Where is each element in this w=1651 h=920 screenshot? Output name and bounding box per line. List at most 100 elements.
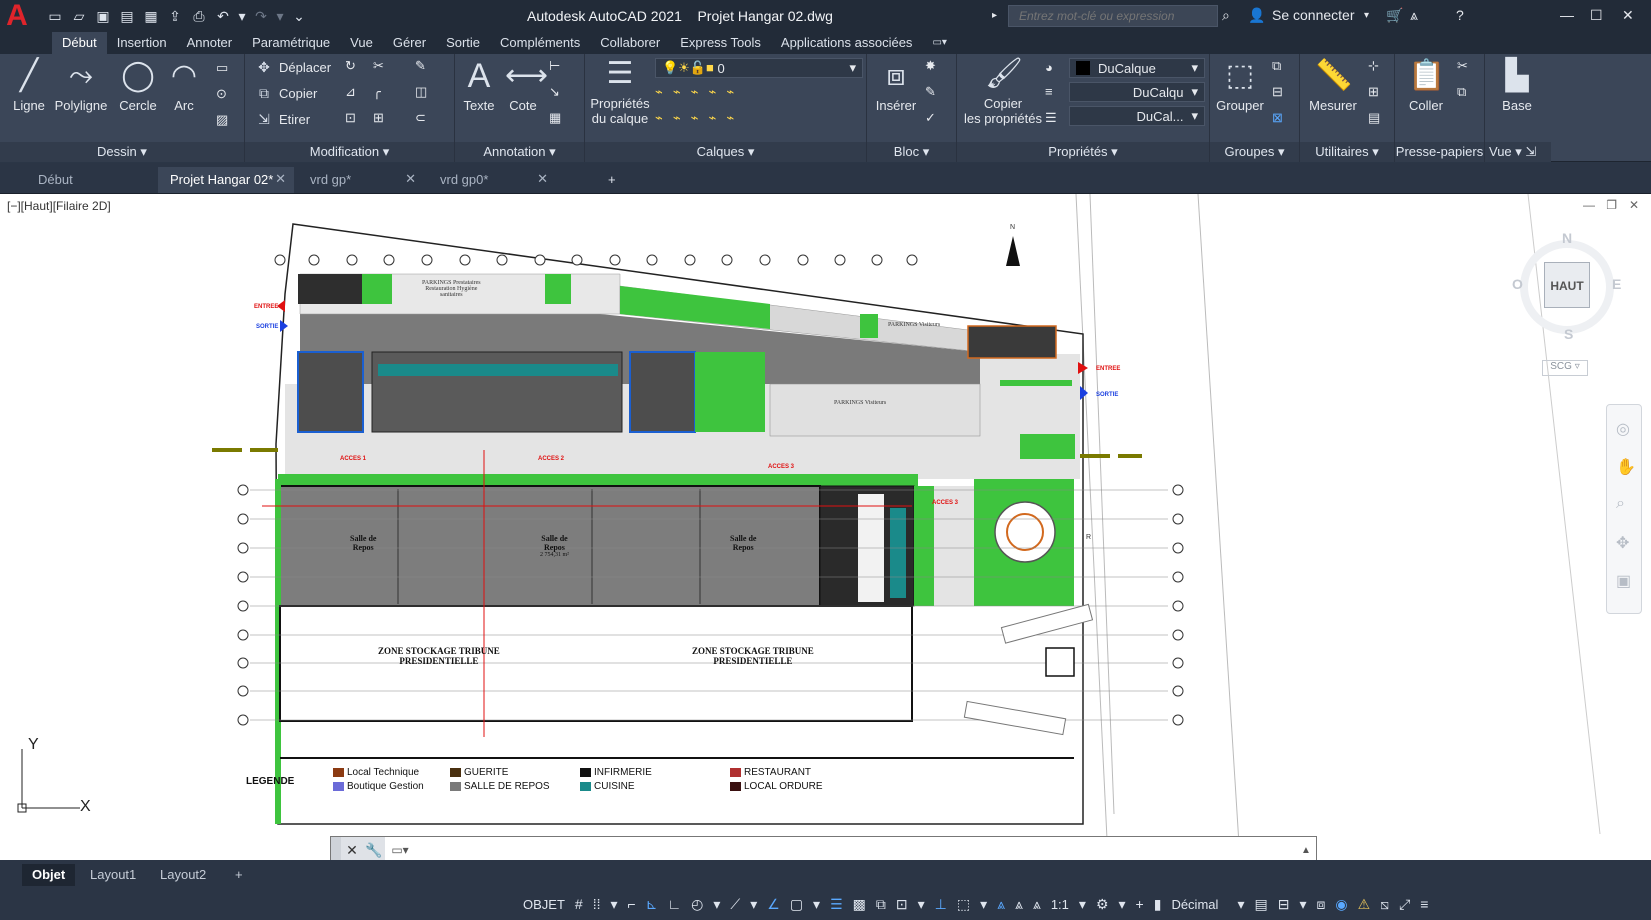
lock-ui-dropdown-icon[interactable]: ▾ — [1296, 896, 1309, 913]
showmotion-icon[interactable]: ▣ — [1616, 571, 1631, 591]
close-icon[interactable]: ✕ — [1622, 7, 1634, 24]
texte-button[interactable]: A Texte — [457, 58, 501, 113]
selection-cycling-icon[interactable]: ⧉ — [873, 896, 889, 913]
panel-title-vue[interactable]: Vue ▾ ⇲ — [1485, 142, 1551, 162]
doc-tab-projet-hangar[interactable]: Projet Hangar 02* ✕ — [158, 167, 294, 193]
panel-title-proprietes[interactable]: Propriétés ▾ — [957, 142, 1209, 162]
group-select-icon[interactable]: ⊠ — [1272, 110, 1283, 126]
copy-clip-icon[interactable]: ⧉ — [1457, 84, 1466, 100]
grouper-button[interactable]: ⬚ Grouper — [1214, 58, 1266, 113]
tab-applications-associees[interactable]: Applications associées — [771, 32, 923, 54]
compass-n[interactable]: N — [1562, 230, 1572, 246]
add-layout-icon[interactable]: + — [225, 864, 253, 886]
explode-icon[interactable]: ◫ — [415, 84, 427, 100]
layer-tool-icon[interactable]: ⌁ — [673, 110, 681, 126]
copier-button[interactable]: ⧉ Copier — [255, 84, 317, 102]
proprietes-calque-button[interactable]: ☰ Propriétés du calque — [587, 56, 653, 126]
edit-block-icon[interactable]: ✎ — [925, 84, 936, 100]
layer-tool-icon[interactable]: ⌁ — [691, 84, 699, 100]
lineweight-toggle-icon[interactable]: ☰ — [827, 896, 846, 913]
polar-icon[interactable]: ◴ — [688, 896, 706, 913]
auto-scale-icon[interactable]: ⩓ — [1012, 896, 1026, 913]
units-value[interactable]: Décimal — [1168, 897, 1230, 912]
3d-osnap-icon[interactable]: ⊡ — [893, 896, 911, 913]
search-icon[interactable]: ⌕ — [1222, 7, 1230, 24]
deplacer-button[interactable]: ✥ Déplacer — [255, 58, 331, 76]
units-dropdown-icon[interactable]: ▾ — [1234, 896, 1247, 913]
select-all-icon[interactable]: ⊞ — [1368, 84, 1379, 100]
annotation-visibility-icon[interactable]: ⩓ — [994, 896, 1008, 913]
isodraft-icon[interactable]: ⟋ — [727, 896, 743, 913]
polar-dropdown-icon[interactable]: ▾ — [710, 896, 723, 913]
grid-icon[interactable]: # — [572, 896, 586, 912]
orbit-icon[interactable]: ✥ — [1616, 533, 1629, 553]
panel-title-calques[interactable]: Calques ▾ — [585, 142, 866, 162]
annotation-monitor-icon[interactable]: + — [1133, 896, 1147, 912]
doc-tab-debut[interactable]: Début — [26, 167, 156, 193]
layer-tool-icon[interactable]: ⌁ — [726, 110, 734, 126]
layout-tab-objet[interactable]: Objet — [22, 864, 76, 886]
drawing-viewport[interactable]: [−][Haut][Filaire 2D] — ❐ ✕ ENTREE SORTI… — [0, 194, 1651, 860]
undo-icon[interactable]: ↶ — [214, 8, 232, 25]
maximize-icon[interactable]: ☐ — [1590, 7, 1603, 24]
layer-tool-icon[interactable]: ⌁ — [655, 110, 663, 126]
web-save-icon[interactable]: ▦ — [142, 8, 160, 25]
ungroup-icon[interactable]: ⧉ — [1272, 58, 1281, 74]
array-icon[interactable]: ⊞ — [373, 110, 384, 126]
compass-o[interactable]: O — [1512, 276, 1523, 292]
steering-wheel-icon[interactable]: ◎ — [1616, 419, 1630, 439]
coller-button[interactable]: 📋 Coller — [1401, 58, 1451, 113]
scale-icon[interactable]: ⊡ — [345, 110, 356, 126]
leader-icon[interactable]: ↘ — [549, 84, 560, 100]
ellipse-icon[interactable]: ⊙ — [216, 86, 227, 102]
quick-select-icon[interactable]: ⊹ — [1368, 58, 1379, 74]
upload-icon[interactable]: ⇪ — [166, 8, 184, 25]
scale-dropdown-icon[interactable]: ▾ — [1076, 896, 1089, 913]
polyligne-button[interactable]: ⤳ Polyligne — [52, 58, 110, 113]
search-input[interactable] — [1008, 5, 1218, 27]
calculator-icon[interactable]: ▤ — [1368, 110, 1380, 126]
object-snap-tracking-icon[interactable]: ∠ — [764, 896, 783, 913]
undo-dropdown-icon[interactable]: ▾ — [238, 8, 246, 25]
tab-vue[interactable]: Vue — [340, 32, 383, 54]
annotation-scale-value[interactable]: 1:1 — [1048, 897, 1072, 912]
layer-tool-icon[interactable]: ⌁ — [708, 84, 716, 100]
units-icon[interactable]: ▮ — [1151, 896, 1165, 913]
hatch-icon[interactable]: ▨ — [216, 112, 228, 128]
layer-tool-icon[interactable]: ⌁ — [691, 110, 699, 126]
linetype-icon[interactable]: ≡ — [1045, 84, 1053, 99]
tab-complements[interactable]: Compléments — [490, 32, 590, 54]
autodesk-app-icon[interactable]: ⩓ — [1410, 7, 1418, 24]
save-icon[interactable]: ▣ — [94, 8, 112, 25]
etirer-button[interactable]: ⇲ Etirer — [255, 110, 310, 128]
quick-properties-icon[interactable]: ▤ — [1251, 896, 1270, 913]
ribbon-minimize-icon[interactable]: ▭▾ — [922, 32, 956, 54]
compass-e[interactable]: E — [1612, 276, 1621, 292]
mesurer-button[interactable]: 📏 Mesurer — [1304, 58, 1362, 113]
fillet-icon[interactable]: ╭ — [373, 84, 381, 100]
tab-annoter[interactable]: Annoter — [177, 32, 243, 54]
linear-dim-icon[interactable]: ⊢ — [549, 58, 560, 74]
create-block-icon[interactable]: ✸ — [925, 58, 936, 74]
panel-title-annotation[interactable]: Annotation ▾ — [455, 142, 584, 162]
tab-debut[interactable]: Début — [52, 32, 107, 54]
zoom-icon[interactable]: ⌕ — [1616, 495, 1625, 513]
arc-button[interactable]: ◠ Arc — [166, 58, 202, 113]
graphics-performance-icon[interactable]: ◉ — [1332, 896, 1350, 913]
annotation-scale-icon[interactable]: ⩓ — [1030, 896, 1044, 913]
layer-dropdown[interactable]: 💡☀🔓■ 0 ▾ — [655, 58, 863, 78]
table-icon[interactable]: ▦ — [549, 110, 561, 126]
layer-tool-icon[interactable]: ⌁ — [673, 84, 681, 100]
color-wheel-icon[interactable]: ◕ — [1045, 60, 1053, 75]
layout-tab-layout1[interactable]: Layout1 — [80, 864, 146, 886]
minimize-icon[interactable]: — — [1560, 7, 1574, 23]
infer-icon[interactable]: ⌐ — [625, 896, 639, 912]
user-icon[interactable]: 👤 — [1248, 7, 1265, 24]
panel-title-modification[interactable]: Modification ▾ — [245, 142, 454, 162]
selection-filter-icon[interactable]: ⬚ — [954, 896, 973, 913]
mirror-icon[interactable]: ⊿ — [345, 84, 356, 100]
close-tab-icon[interactable]: ✕ — [275, 171, 286, 187]
ortho-icon[interactable]: ∟ — [664, 896, 684, 912]
ligne-button[interactable]: ╱ Ligne — [8, 58, 50, 113]
panel-title-groupes[interactable]: Groupes ▾ — [1210, 142, 1299, 162]
